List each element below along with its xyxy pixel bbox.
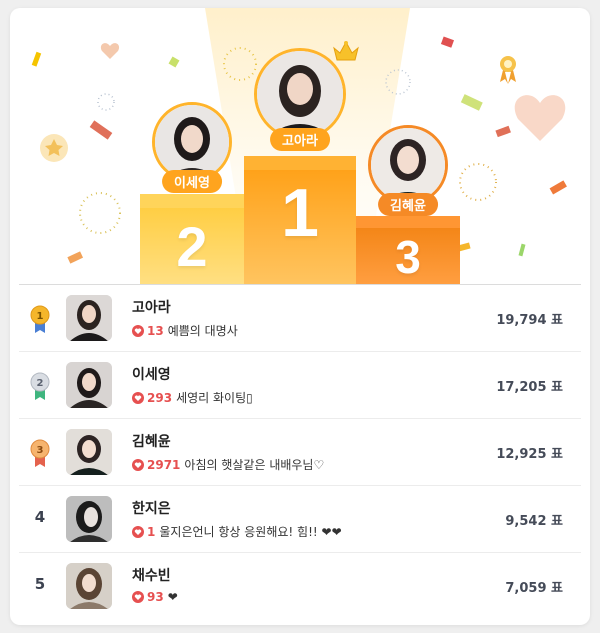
like-count: 1 — [147, 525, 156, 539]
ranking-list: 1 고아라 13 예쁨의 대명사 19,794 표 2 이세영 293 세영리 … — [19, 284, 581, 619]
rank-number: 4 — [34, 508, 46, 526]
message-text: 세영리 화이팅▯ — [176, 391, 253, 405]
rank-medal: 1 — [29, 285, 51, 351]
like-count: 2971 — [147, 458, 181, 472]
ranking-row[interactable]: 3 김혜윤 2971 아침의 햇살같은 내배우님♡ 12,925 표 — [19, 418, 581, 485]
message-text: 아침의 햇살같은 내배우님♡ — [184, 458, 325, 472]
podium-step-2: 2 — [140, 194, 244, 284]
entry-name: 이세영 — [132, 367, 171, 383]
message-text: ❤ — [167, 590, 178, 604]
cheer-message: 2971 아침의 햇살같은 내배우님♡ — [132, 456, 324, 473]
like-count: 13 — [147, 324, 164, 338]
ranking-card: 2 1 3 이세영 고아라 김혜윤 1 고아라 13 예쁨의 대명사 19,79… — [10, 8, 590, 625]
avatar — [66, 496, 112, 542]
like-count: 293 — [147, 391, 173, 405]
podium-step-1: 1 — [244, 156, 356, 284]
ranking-row[interactable]: 1 고아라 13 예쁨의 대명사 19,794 표 — [19, 284, 581, 351]
podium-name-1: 고아라 — [270, 128, 330, 151]
svg-text:1: 1 — [37, 311, 44, 322]
heart-icon — [132, 526, 144, 538]
ranking-row[interactable]: 2 이세영 293 세영리 화이팅▯ 17,205 표 — [19, 351, 581, 418]
ranking-row[interactable]: 5 채수빈 93 ❤ 7,059 표 — [19, 552, 581, 619]
podium-winner-1[interactable]: 고아라 — [254, 40, 359, 151]
podium-number-2: 2 — [176, 215, 208, 278]
heart-icon — [132, 392, 144, 404]
entry-name: 김혜윤 — [132, 434, 171, 450]
message-text: 울지은언니 항상 응원해요! 힘!! ❤❤ — [159, 525, 342, 539]
cheer-message: 93 ❤ — [132, 590, 178, 604]
vote-count: 7,059 표 — [505, 581, 563, 596]
cheer-message: 293 세영리 화이팅▯ — [132, 389, 253, 406]
medal-icon: 2 — [30, 372, 50, 400]
podium-step-3: 3 — [356, 216, 460, 284]
heart-icon — [132, 591, 144, 603]
svg-text:2: 2 — [37, 378, 44, 389]
avatar — [66, 362, 112, 408]
heart-icon — [132, 325, 144, 337]
vote-count: 9,542 표 — [505, 514, 563, 529]
rank-medal: 2 — [29, 352, 51, 418]
vote-count: 17,205 표 — [496, 380, 563, 395]
avatar — [66, 429, 112, 475]
podium-number-3: 3 — [395, 231, 421, 283]
podium-hero: 2 1 3 이세영 고아라 김혜윤 — [10, 8, 590, 284]
podium-name-3: 김혜윤 — [378, 193, 438, 216]
message-text: 예쁨의 대명사 — [167, 324, 238, 338]
like-count: 93 — [147, 590, 164, 604]
entry-name: 채수빈 — [132, 568, 171, 584]
cheer-message: 1 울지은언니 항상 응원해요! 힘!! ❤❤ — [132, 523, 342, 540]
medal-icon: 3 — [30, 439, 50, 467]
cheer-message: 13 예쁨의 대명사 — [132, 322, 238, 339]
rank-medal: 3 — [29, 419, 51, 485]
medal-icon: 1 — [30, 305, 50, 333]
vote-count: 19,794 표 — [496, 313, 563, 328]
podium-name-2: 이세영 — [162, 170, 222, 193]
svg-text:3: 3 — [37, 445, 44, 456]
crown-icon — [333, 40, 359, 61]
avatar — [66, 563, 112, 609]
heart-icon — [132, 459, 144, 471]
podium-winner-3[interactable]: 김혜윤 — [368, 125, 448, 216]
podium-winner-2[interactable]: 이세영 — [152, 102, 232, 193]
ranking-row[interactable]: 4 한지은 1 울지은언니 항상 응원해요! 힘!! ❤❤ 9,542 표 — [19, 485, 581, 552]
rank-number: 5 — [34, 575, 46, 593]
avatar — [66, 295, 112, 341]
vote-count: 12,925 표 — [496, 447, 563, 462]
podium-number-1: 1 — [281, 175, 319, 251]
entry-name: 한지은 — [132, 501, 171, 517]
entry-name: 고아라 — [132, 300, 171, 316]
